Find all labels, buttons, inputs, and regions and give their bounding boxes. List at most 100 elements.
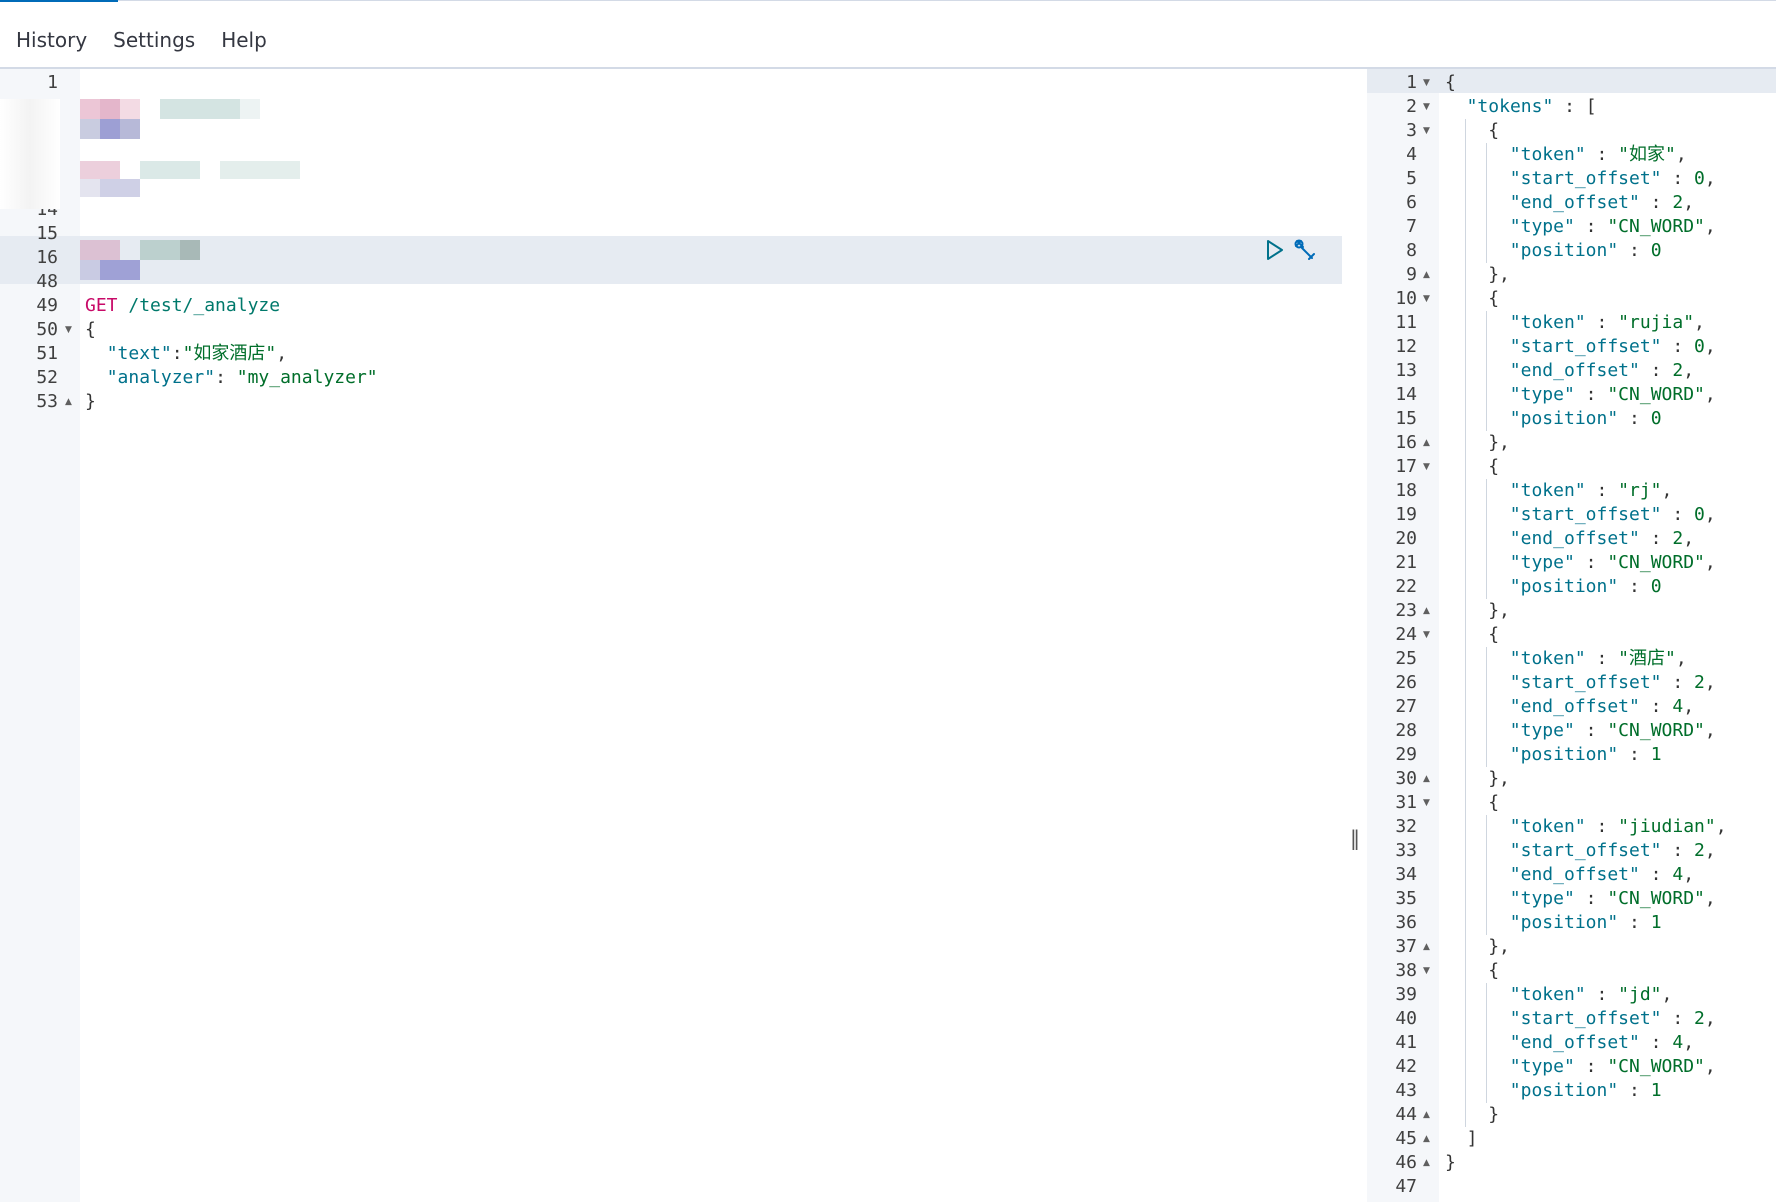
request-editor[interactable]: 1 2 14 15 16 48 49 50 ▼ 51 52 53 ▲ GET /… (0, 69, 1342, 1202)
menu-item-settings[interactable]: Settings (103, 26, 205, 54)
fold-toggle-icon[interactable]: ▲ (1423, 1127, 1430, 1151)
obscured-block (120, 119, 140, 139)
line-number: 34 (1395, 864, 1417, 885)
token-object-open: { (1488, 792, 1500, 813)
obscured-block (160, 99, 240, 119)
type-value: "type" : "CN_WORD", (1509, 888, 1716, 909)
obscured-block (220, 161, 300, 179)
fold-toggle-icon[interactable]: ▲ (65, 390, 72, 414)
obscured-block (120, 99, 140, 119)
token-value: "token" : "酒店", (1509, 648, 1687, 669)
line-number: 45 (1395, 1128, 1417, 1149)
token-object-close: }, (1488, 936, 1510, 957)
json-string: "如家酒店" (182, 343, 277, 364)
fold-toggle-icon[interactable]: ▼ (1423, 791, 1430, 815)
line-number: 18 (1395, 480, 1417, 501)
token-object-open: { (1488, 120, 1500, 141)
token-object-open: { (1488, 624, 1500, 645)
type-value: "type" : "CN_WORD", (1509, 720, 1716, 741)
line-number: 33 (1395, 840, 1417, 861)
fold-toggle-icon[interactable]: ▲ (1423, 767, 1430, 791)
line-number: 39 (1395, 984, 1417, 1005)
line-number: 1 (47, 72, 58, 93)
obscured-block (80, 161, 120, 179)
menu-item-help[interactable]: Help (211, 26, 277, 54)
wrench-icon[interactable] (1292, 237, 1318, 263)
end-offset-value: "end_offset" : 4, (1509, 864, 1695, 885)
line-number: 47 (1395, 1176, 1417, 1197)
line-number: 49 (36, 295, 58, 316)
fold-toggle-icon[interactable]: ▼ (1423, 287, 1430, 311)
fold-toggle-icon[interactable]: ▼ (1423, 119, 1430, 143)
fold-toggle-icon[interactable]: ▲ (1423, 1103, 1430, 1127)
fold-toggle-icon[interactable]: ▼ (65, 318, 72, 342)
fold-toggle-icon[interactable]: ▲ (1423, 935, 1430, 959)
end-offset-value: "end_offset" : 2, (1509, 192, 1695, 213)
indent-guide (1464, 119, 1466, 1127)
line-number: 21 (1395, 552, 1417, 573)
token-value: "token" : "如家", (1509, 144, 1687, 165)
obscured-block (100, 179, 140, 197)
start-offset-value: "start_offset" : 0, (1509, 168, 1716, 189)
line-number: 10 (1395, 288, 1417, 309)
line-number: 32 (1395, 816, 1417, 837)
line-number: 26 (1395, 672, 1417, 693)
token-value: "token" : "rujia", (1509, 312, 1705, 333)
fold-toggle-icon[interactable]: ▼ (1423, 959, 1430, 983)
fold-toggle-icon[interactable]: ▲ (1423, 431, 1430, 455)
obscured-block (100, 260, 140, 280)
line-number: 22 (1395, 576, 1417, 597)
open-brace: { (85, 319, 96, 340)
obscured-block (80, 260, 100, 280)
line-number: 11 (1395, 312, 1417, 333)
token-object-close: }, (1488, 264, 1510, 285)
line-number: 40 (1395, 1008, 1417, 1029)
obscured-block (80, 119, 100, 139)
position-value: "position" : 1 (1509, 912, 1662, 933)
resizer-grip-icon[interactable]: ‖ (1350, 826, 1360, 850)
end-offset-value: "end_offset" : 2, (1509, 360, 1695, 381)
line-number: 35 (1395, 888, 1417, 909)
fold-toggle-icon[interactable]: ▲ (1423, 263, 1430, 287)
position-value: "position" : 1 (1509, 744, 1662, 765)
token-object-close: }, (1488, 600, 1510, 621)
line-number: 38 (1395, 960, 1417, 981)
fold-toggle-icon[interactable]: ▲ (1423, 599, 1430, 623)
obscured-block (140, 161, 200, 179)
line-number: 36 (1395, 912, 1417, 933)
line-number: 51 (36, 343, 58, 364)
line-number: 7 (1406, 216, 1417, 237)
line-number: 1 (1406, 72, 1417, 93)
fold-toggle-icon[interactable]: ▲ (1423, 1151, 1430, 1175)
request-path: /test/_analyze (128, 295, 281, 316)
pane-resizer[interactable] (1343, 69, 1367, 1202)
end-offset-value: "end_offset" : 4, (1509, 696, 1695, 717)
indent-guide (1486, 983, 1488, 1103)
type-value: "type" : "CN_WORD", (1509, 1056, 1716, 1077)
line-number: 6 (1406, 192, 1417, 213)
line-number: 19 (1395, 504, 1417, 525)
line-number: 4 (1406, 144, 1417, 165)
line-number: 37 (1395, 936, 1417, 957)
line-number: 27 (1395, 696, 1417, 717)
line-number: 23 (1395, 600, 1417, 621)
line-number: 28 (1395, 720, 1417, 741)
line-number: 3 (1406, 120, 1417, 141)
body-line-text: "text":"如家酒店", (106, 343, 288, 364)
position-value: "position" : 1 (1509, 1080, 1662, 1101)
start-offset-value: "start_offset" : 2, (1509, 672, 1716, 693)
fold-toggle-icon[interactable]: ▼ (1423, 95, 1430, 119)
body-line-analyzer: "analyzer": "my_analyzer" (106, 367, 378, 388)
line-number: 52 (36, 367, 58, 388)
fold-toggle-icon[interactable]: ▼ (1423, 455, 1430, 479)
menu-item-history[interactable]: History (6, 26, 97, 54)
fold-toggle-icon[interactable]: ▼ (1423, 623, 1430, 647)
fold-toggle-icon[interactable]: ▼ (1423, 71, 1430, 95)
json-key: "text" (106, 343, 172, 364)
line-number: 13 (1395, 360, 1417, 381)
line-number: 50 (36, 319, 58, 340)
response-output[interactable]: 1 ▼ 2 ▼ 3 ▼ 4 5 6 7 8 9 ▲ 10 ▼ 11 12 13 14 15 16 ▲ 17 ▼ 18 19 20 21… (1367, 69, 1776, 1202)
indent-guide (1486, 815, 1488, 935)
play-icon[interactable] (1262, 238, 1286, 262)
tokens-array-open: "tokens" : [ (1466, 96, 1597, 117)
